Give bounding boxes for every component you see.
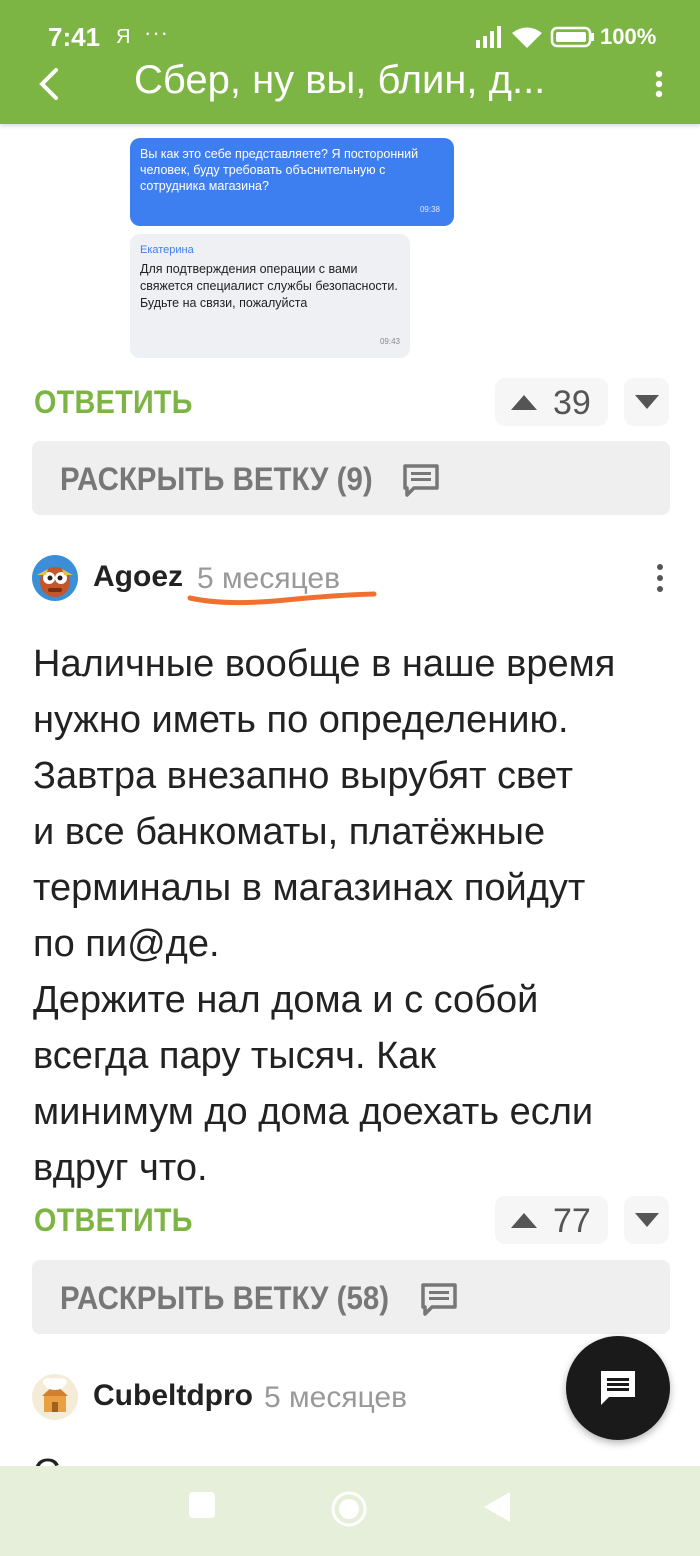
- incoming-message-text: Для подтверждения операции с вами свяжет…: [140, 262, 398, 310]
- status-bar: 7:41 Я ··· 100%: [0, 18, 700, 54]
- system-nav-bar: [0, 1466, 700, 1556]
- expand-thread-label: РАСКРЫТЬ ВЕТКУ (9): [60, 461, 373, 497]
- reply-button[interactable]: ОТВЕТИТЬ: [34, 384, 193, 421]
- status-more-notifications: ···: [144, 20, 169, 45]
- vote-count: 39: [553, 384, 591, 422]
- comments-icon: [421, 1283, 457, 1316]
- comment-text: Наличные вообще в наше время нужно иметь…: [33, 643, 616, 1189]
- chat-fab-icon: [601, 1371, 635, 1405]
- upvote-button[interactable]: 77: [495, 1196, 608, 1244]
- status-time: 7:41: [48, 22, 101, 52]
- outgoing-message-bubble: Вы как это себе представляете? Я посторо…: [130, 138, 454, 226]
- more-vert-icon[interactable]: [650, 70, 668, 98]
- incoming-message-bubble: Екатерина Для подтверждения операции с в…: [130, 234, 410, 358]
- nav-square-icon[interactable]: [188, 1490, 216, 1520]
- nav-triangle-icon[interactable]: [482, 1490, 512, 1524]
- incoming-message-time: 09:43: [379, 337, 400, 346]
- status-carrier: Я: [116, 26, 131, 48]
- incoming-sender-name: Екатерина: [140, 244, 194, 256]
- comment-author[interactable]: Agoez: [93, 560, 183, 594]
- comment-time: 5 месяцев: [264, 1381, 408, 1414]
- avatar[interactable]: [32, 1374, 78, 1420]
- upvote-icon: [511, 395, 537, 410]
- avatar-image: [32, 1374, 78, 1420]
- comment-more-icon[interactable]: [652, 562, 668, 594]
- outgoing-message-text: Вы как это себе представляете? Я посторо…: [140, 147, 419, 193]
- title-bar: Сбер, ну вы, блин, д...: [0, 56, 700, 124]
- battery-percent: 100%: [600, 24, 657, 49]
- avatar[interactable]: [32, 555, 78, 601]
- new-comment-fab[interactable]: [566, 1336, 670, 1440]
- app-header: 7:41 Я ··· 100% Сбер, ну вы, блин, д...: [0, 0, 700, 124]
- downvote-icon: [635, 395, 659, 409]
- back-arrow-icon[interactable]: [30, 64, 70, 104]
- upvote-icon: [511, 1213, 537, 1228]
- expand-thread-button[interactable]: РАСКРЫТЬ ВЕТКУ (9): [32, 441, 670, 515]
- downvote-button[interactable]: [624, 1196, 669, 1244]
- comments-icon: [403, 464, 439, 497]
- comment-author[interactable]: Cubeltdpro: [93, 1379, 253, 1413]
- avatar-image: [32, 555, 78, 601]
- comment-body: Наличные вообще в наше время нужно иметь…: [33, 636, 683, 1196]
- vote-count: 77: [553, 1202, 591, 1240]
- signal-wifi-battery-icon: [476, 26, 594, 48]
- reply-button[interactable]: ОТВЕТИТЬ: [34, 1202, 193, 1239]
- nav-circle-icon[interactable]: [330, 1490, 368, 1528]
- annotation-underline: [187, 591, 377, 606]
- expand-thread-label: РАСКРЫТЬ ВЕТКУ (58): [60, 1280, 390, 1316]
- upvote-button[interactable]: 39: [495, 378, 608, 426]
- outgoing-message-time: 09:38: [419, 205, 440, 214]
- expand-thread-button[interactable]: РАСКРЫТЬ ВЕТКУ (58): [32, 1260, 670, 1334]
- downvote-icon: [635, 1213, 659, 1227]
- comment-attached-image[interactable]: Вы как это себе представляете? Я посторо…: [120, 110, 465, 365]
- downvote-button[interactable]: [624, 378, 669, 426]
- page-title: Сбер, ну вы, блин, д...: [134, 58, 546, 102]
